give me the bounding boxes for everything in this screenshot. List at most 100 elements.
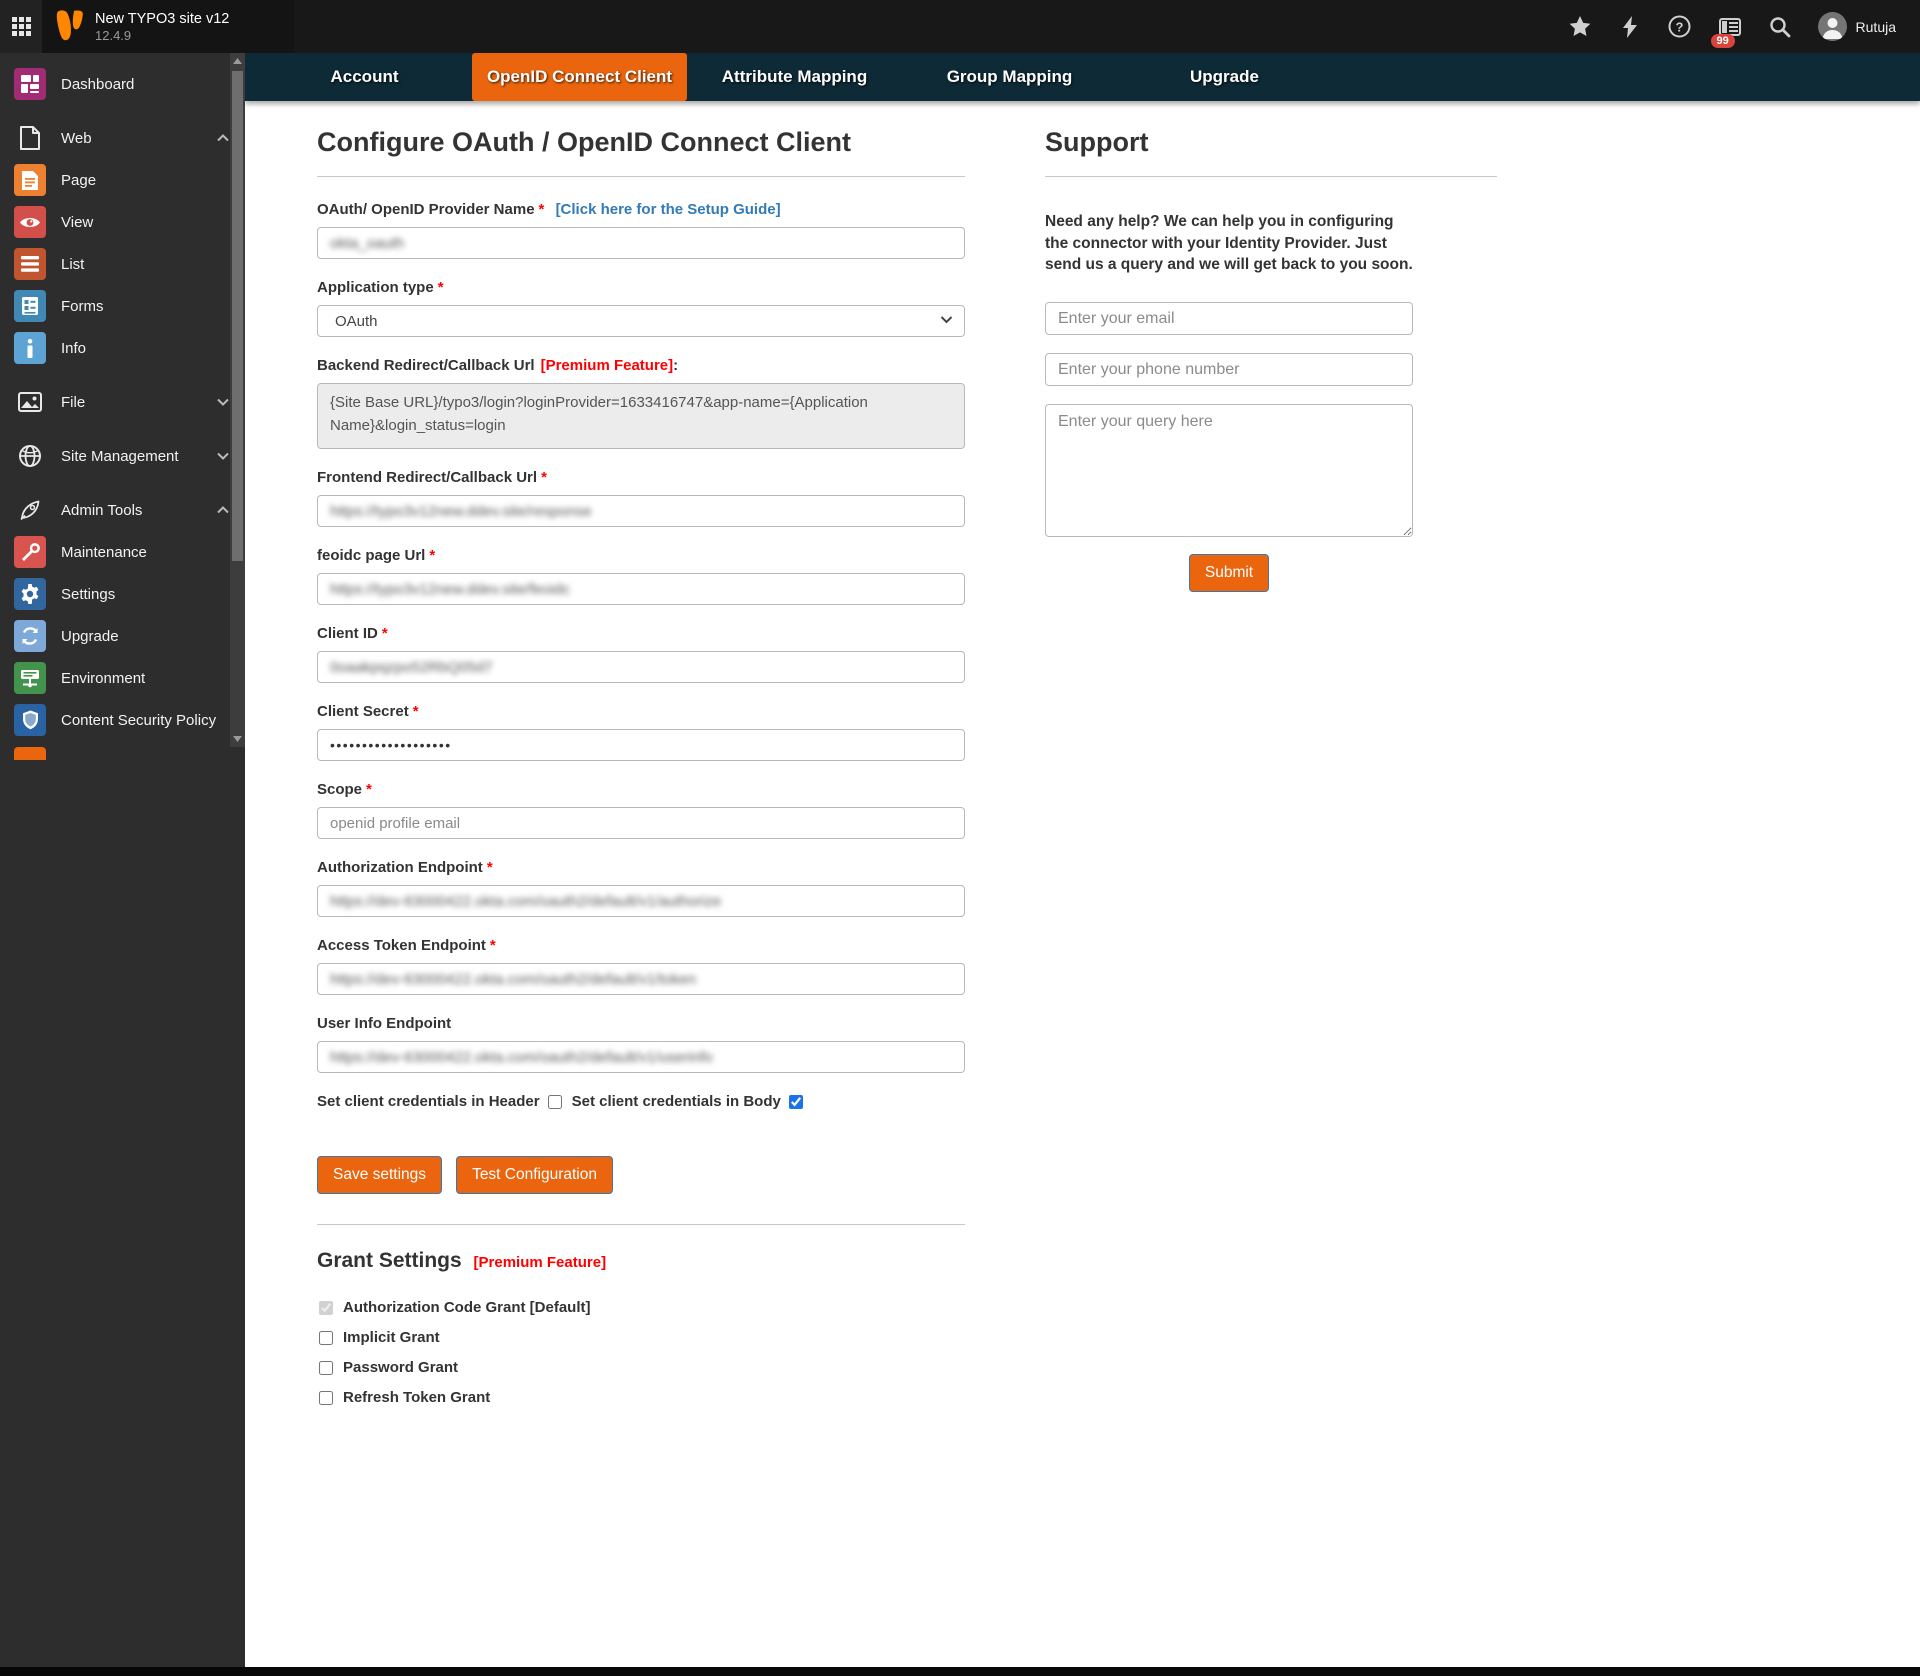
divider <box>317 176 965 177</box>
sidebar-item-label: Page <box>61 171 97 189</box>
divider <box>1045 176 1497 177</box>
authorization-code-grant-checkbox[interactable] <box>319 1300 333 1315</box>
save-settings-button[interactable]: Save settings <box>317 1156 443 1194</box>
site-logo-block[interactable]: New TYPO3 site v12 12.4.9 <box>42 0 294 53</box>
sidebar-item-label: Info <box>61 339 87 357</box>
tab-group-mapping[interactable]: Group Mapping <box>902 53 1117 101</box>
module-sidebar: Dashboard Web Page View List Forms Info … <box>0 53 245 1676</box>
chevron-down-icon <box>217 398 229 406</box>
sidebar-group-label: Site Management <box>61 447 179 465</box>
sidebar-item-info[interactable]: Info <box>0 327 245 369</box>
feoidc-url-input[interactable]: https://typo3v12new.ddev.site/feoidc <box>317 573 965 605</box>
tab-account[interactable]: Account <box>257 53 472 101</box>
opendocs-button[interactable]: 99 <box>1710 15 1742 48</box>
sidebar-item-label: Content Security Policy <box>61 711 217 729</box>
grant-option-authorization-code: Authorization Code Grant [Default] <box>317 1299 965 1316</box>
sidebar-item-label: List <box>61 255 85 273</box>
sidebar-item-settings[interactable]: Settings <box>0 573 245 615</box>
sidebar-scrollbar[interactable] <box>230 53 245 747</box>
sidebar-group-file[interactable]: File <box>0 381 245 423</box>
tab-attribute-mapping[interactable]: Attribute Mapping <box>687 53 902 101</box>
bolt-icon <box>1622 15 1637 38</box>
avatar-icon <box>1817 12 1847 41</box>
wrench-icon <box>14 536 46 568</box>
sidebar-item-view[interactable]: View <box>0 201 245 243</box>
provider-name-input[interactable]: okta_oauth <box>317 227 965 259</box>
opendocs-icon <box>1718 17 1741 36</box>
bookmarks-button[interactable] <box>1568 15 1592 39</box>
support-email-input[interactable] <box>1045 302 1413 336</box>
help-button[interactable]: ? <box>1668 15 1692 39</box>
list-icon <box>14 248 46 280</box>
forms-icon <box>14 290 46 322</box>
search-button[interactable] <box>1768 15 1792 39</box>
client-id-input[interactable]: 0oaakpqzpo52RbQ05d7 <box>317 651 965 683</box>
scroll-up-arrow[interactable] <box>230 53 245 69</box>
feoidc-url-label: feoidc page Url * <box>317 547 436 564</box>
grant-settings-heading: Grant Settings [Premium Feature] <box>317 1249 607 1272</box>
application-type-label: Application type * <box>317 279 444 296</box>
sidebar-group-web[interactable]: Web <box>0 117 245 159</box>
sidebar-item-environment[interactable]: Environment <box>0 657 245 699</box>
access-token-endpoint-input[interactable]: https://dev-63000422.okta.com/oauth2/def… <box>317 963 965 995</box>
gear-icon <box>14 578 46 610</box>
field-backend-redirect: Backend Redirect/Callback Url [Premium Fe… <box>317 357 965 449</box>
frontend-redirect-input[interactable]: https://typo3v12new.ddev.site/response <box>317 495 965 527</box>
scroll-down-arrow[interactable] <box>230 731 245 747</box>
field-user-info-endpoint: User Info Endpoint https://dev-63000422.… <box>317 1015 965 1073</box>
cred-header-checkbox[interactable] <box>547 1094 562 1109</box>
sidebar-item-list[interactable]: List <box>0 243 245 285</box>
grid-icon <box>11 17 31 36</box>
clear-cache-button[interactable] <box>1618 15 1642 39</box>
support-submit-button[interactable]: Submit <box>1188 554 1270 593</box>
field-frontend-redirect: Frontend Redirect/Callback Url * https://… <box>317 469 965 527</box>
sidebar-item-content-security-policy[interactable]: Content Security Policy <box>0 699 245 741</box>
scrollbar-thumb[interactable] <box>232 71 243 561</box>
page-title: Configure OAuth / OpenID Connect Client <box>317 127 851 157</box>
help-icon: ? <box>1668 15 1691 38</box>
sidebar-item-label: Maintenance <box>61 543 147 561</box>
cred-body-checkbox[interactable] <box>788 1094 803 1109</box>
field-application-type: Application type * OAuth <box>317 279 965 337</box>
support-query-textarea[interactable] <box>1045 404 1413 538</box>
test-configuration-button[interactable]: Test Configuration <box>456 1156 613 1194</box>
application-type-select[interactable]: OAuth <box>317 305 965 337</box>
sidebar-item-label: Dashboard <box>61 75 135 93</box>
sidebar-group-admin-tools[interactable]: Admin Tools <box>0 489 245 531</box>
sidebar-item-dashboard[interactable]: Dashboard <box>0 63 245 105</box>
sidebar-item-label: View <box>61 213 94 231</box>
opendocs-count-badge: 99 <box>1710 33 1735 48</box>
sidebar-item-partial[interactable] <box>14 747 46 760</box>
topbar: New TYPO3 site v12 12.4.9 ? 99 Rutuja <box>0 0 1920 53</box>
view-icon <box>14 206 46 238</box>
support-phone-input[interactable] <box>1045 353 1413 387</box>
dashboard-icon <box>14 68 46 100</box>
sidebar-group-site-management[interactable]: Site Management <box>0 435 245 477</box>
svg-text:?: ? <box>1676 19 1684 34</box>
authorization-endpoint-input[interactable]: https://dev-63000422.okta.com/oauth2/def… <box>317 885 965 917</box>
field-scope: Scope * openid profile email <box>317 781 965 839</box>
implicit-grant-checkbox[interactable] <box>319 1330 333 1345</box>
sidebar-item-label: Forms <box>61 297 104 315</box>
sidebar-item-page[interactable]: Page <box>0 159 245 201</box>
scope-input[interactable]: openid profile email <box>317 807 965 839</box>
password-grant-checkbox[interactable] <box>319 1360 333 1375</box>
setup-guide-link[interactable]: [Click here for the Setup Guide] <box>556 201 781 218</box>
refresh-token-grant-checkbox[interactable] <box>319 1390 333 1405</box>
user-info-endpoint-input[interactable]: https://dev-63000422.okta.com/oauth2/def… <box>317 1041 965 1073</box>
bottom-bar <box>0 1667 1920 1676</box>
backend-redirect-label: Backend Redirect/Callback Url [Premium Fe… <box>317 357 679 374</box>
authorization-endpoint-label: Authorization Endpoint * <box>317 859 493 876</box>
client-id-label: Client ID * <box>317 625 388 642</box>
module-menu-toggle-button[interactable] <box>0 0 42 53</box>
sidebar-item-upgrade[interactable]: Upgrade <box>0 615 245 657</box>
field-feoidc-url: feoidc page Url * https://typo3v12new.dde… <box>317 547 965 605</box>
sidebar-item-maintenance[interactable]: Maintenance <box>0 531 245 573</box>
client-secret-input[interactable]: ••••••••••••••••••• <box>317 729 965 761</box>
chevron-up-icon <box>217 506 229 514</box>
sidebar-item-forms[interactable]: Forms <box>0 285 245 327</box>
backend-redirect-value: {Site Base URL}/typo3/login?loginProvide… <box>317 383 965 449</box>
user-menu[interactable]: Rutuja <box>1817 12 1896 41</box>
tab-openid-connect-client[interactable]: OpenID Connect Client <box>472 53 687 101</box>
tab-upgrade[interactable]: Upgrade <box>1117 53 1332 101</box>
